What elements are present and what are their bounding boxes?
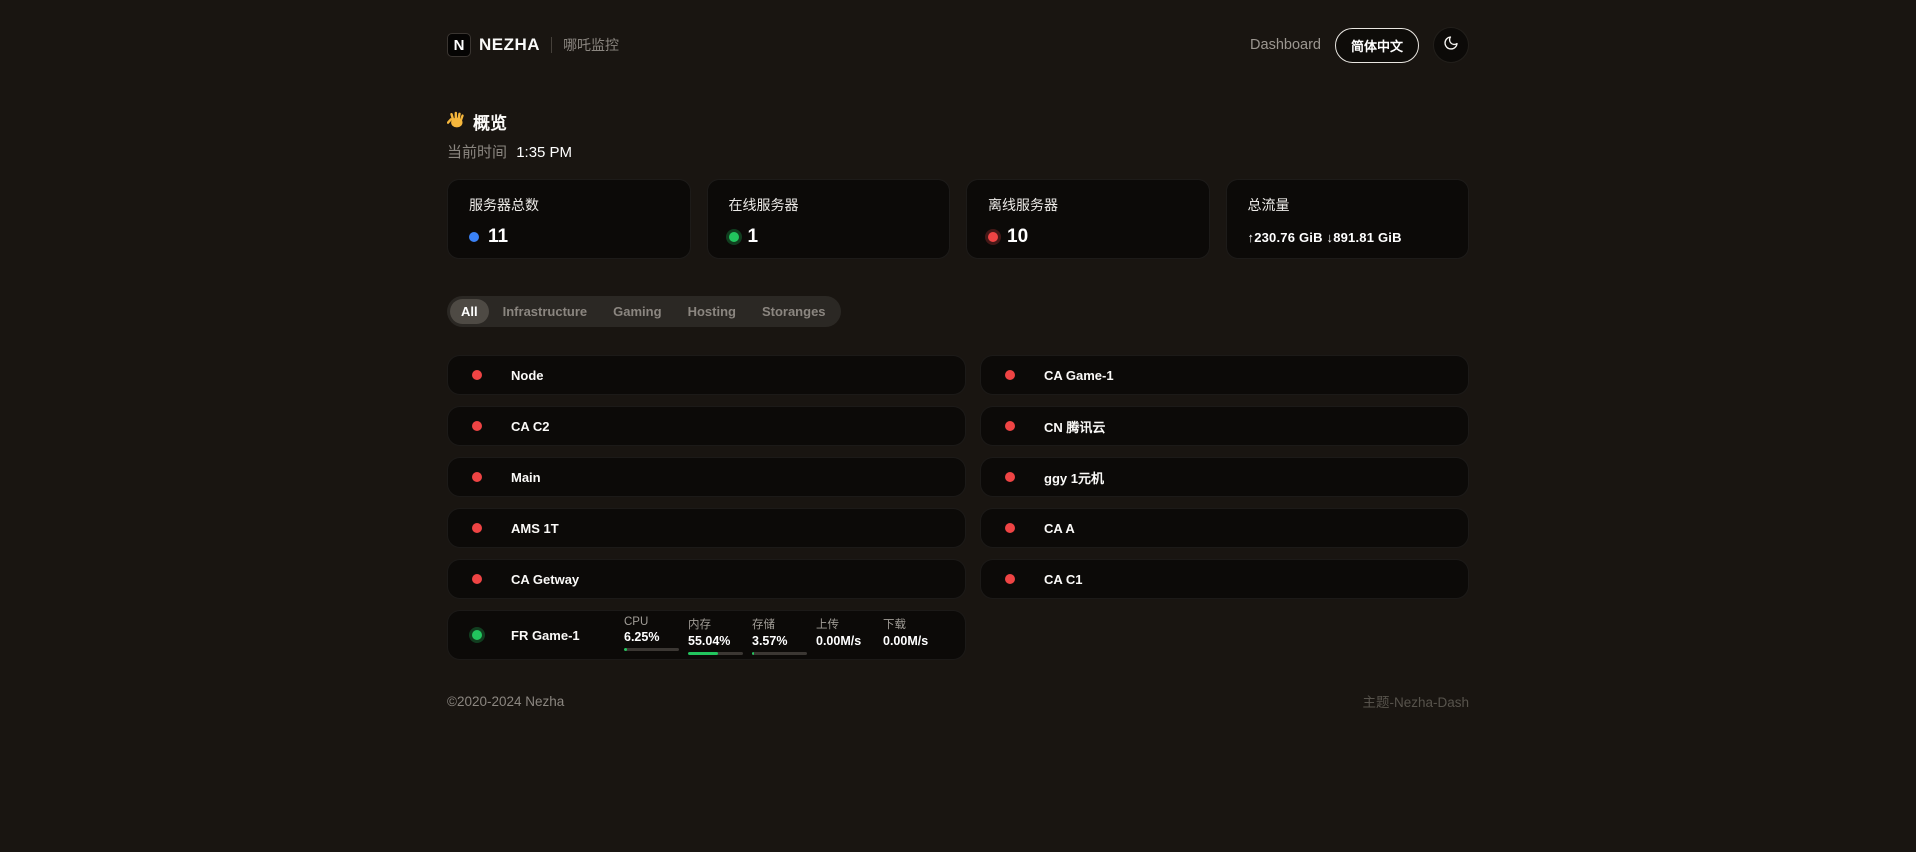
status-dot-icon <box>1005 472 1015 482</box>
server-column-left: Node CA C2 Main AMS 1T CA Getway FR Game <box>447 355 966 660</box>
language-button[interactable]: 简体中文 <box>1335 28 1419 63</box>
server-column-right: CA Game-1 CN 腾讯云 ggy 1元机 CA A CA C1 <box>980 355 1469 599</box>
status-dot-icon <box>1005 523 1015 533</box>
stat-storage: 存储 3.57% <box>752 616 807 655</box>
server-name: AMS 1T <box>511 521 559 536</box>
server-row-cn-tencent[interactable]: CN 腾讯云 <box>980 406 1469 446</box>
moon-icon <box>1443 35 1459 56</box>
traffic-value: ↑230.76 GiB ↓891.81 GiB <box>1248 230 1448 245</box>
status-dot-icon <box>472 523 482 533</box>
server-row-fr-game-1[interactable]: FR Game-1 CPU 6.25% 内存 55.04% 存储 3.57% <box>447 610 966 660</box>
status-dot-icon <box>1005 574 1015 584</box>
brand-name: NEZHA <box>479 35 540 55</box>
brand-subtitle: 哪吒监控 <box>563 35 619 55</box>
server-name: CA Getway <box>511 572 579 587</box>
status-dot-icon <box>472 630 482 640</box>
storage-progress-bar <box>752 652 807 655</box>
server-name: CN 腾讯云 <box>1044 417 1105 436</box>
theme-toggle-button[interactable] <box>1433 27 1469 63</box>
time-label: 当前时间 <box>447 144 507 161</box>
stat-upload: 上传 0.00M/s <box>816 616 874 655</box>
server-row-ca-c1[interactable]: CA C1 <box>980 559 1469 599</box>
time-value: 1:35 PM <box>516 144 572 161</box>
server-name: Node <box>511 368 544 383</box>
theme-credit-text: 主题-Nezha-Dash <box>1362 691 1469 711</box>
online-dot-icon <box>729 232 739 242</box>
tab-all[interactable]: All <box>450 299 489 324</box>
card-total-traffic: 总流量 ↑230.76 GiB ↓891.81 GiB <box>1226 179 1470 259</box>
server-name: CA C2 <box>511 419 550 434</box>
stat-memory: 内存 55.04% <box>688 616 743 655</box>
server-stats: CPU 6.25% 内存 55.04% 存储 3.57% <box>624 616 941 655</box>
card-value: 1 <box>748 226 759 248</box>
server-name: FR Game-1 <box>511 628 620 643</box>
server-row-ca-c2[interactable]: CA C2 <box>447 406 966 446</box>
current-time-line: 当前时间 1:35 PM <box>447 141 1469 162</box>
brand-divider <box>551 37 552 53</box>
status-dot-icon <box>472 574 482 584</box>
tab-infrastructure[interactable]: Infrastructure <box>491 299 600 324</box>
server-row-ams-1t[interactable]: AMS 1T <box>447 508 966 548</box>
total-dot-icon <box>469 232 479 242</box>
card-online-servers: 在线服务器 1 <box>707 179 951 259</box>
brand-logo[interactable]: N NEZHA 哪吒监控 <box>447 33 619 57</box>
server-name: CA Game-1 <box>1044 368 1114 383</box>
header: N NEZHA 哪吒监控 Dashboard 简体中文 <box>447 0 1469 63</box>
card-value: 11 <box>488 226 508 248</box>
card-label: 总流量 <box>1248 195 1448 215</box>
server-name: CA C1 <box>1044 572 1083 587</box>
overview-title-row: 概览 <box>447 109 1469 134</box>
status-dot-icon <box>472 421 482 431</box>
server-row-ggy[interactable]: ggy 1元机 <box>980 457 1469 497</box>
stat-cpu: CPU 6.25% <box>624 616 679 655</box>
logo-letter: N <box>454 37 465 54</box>
server-row-main[interactable]: Main <box>447 457 966 497</box>
logo-icon: N <box>447 33 471 57</box>
server-name: CA A <box>1044 521 1075 536</box>
card-total-servers: 服务器总数 11 <box>447 179 691 259</box>
status-dot-icon <box>1005 421 1015 431</box>
footer: ©2020-2024 Nezha 主题-Nezha-Dash <box>447 691 1469 711</box>
tab-storanges[interactable]: Storanges <box>750 299 838 324</box>
server-row-ca-getway[interactable]: CA Getway <box>447 559 966 599</box>
copyright-text: ©2020-2024 Nezha <box>447 694 564 709</box>
status-dot-icon <box>1005 370 1015 380</box>
cpu-progress-bar <box>624 648 679 651</box>
stat-download: 下载 0.00M/s <box>883 616 941 655</box>
stat-cards: 服务器总数 11 在线服务器 1 离线服务器 10 总流量 ↑230.76 Gi… <box>447 179 1469 259</box>
page-title: 概览 <box>473 109 507 134</box>
card-value: 10 <box>1007 226 1028 248</box>
tab-gaming[interactable]: Gaming <box>601 299 673 324</box>
header-actions: Dashboard 简体中文 <box>1250 27 1469 63</box>
memory-progress-bar <box>688 652 743 655</box>
tab-hosting[interactable]: Hosting <box>676 299 748 324</box>
status-dot-icon <box>472 472 482 482</box>
server-row-node[interactable]: Node <box>447 355 966 395</box>
card-label: 服务器总数 <box>469 195 669 215</box>
group-tabs: All Infrastructure Gaming Hosting Storan… <box>447 296 841 327</box>
server-grid: Node CA C2 Main AMS 1T CA Getway FR Game <box>447 355 1469 660</box>
server-name: Main <box>511 470 541 485</box>
offline-dot-icon <box>988 232 998 242</box>
card-label: 离线服务器 <box>988 195 1188 215</box>
waving-hand-icon <box>447 110 466 134</box>
status-dot-icon <box>472 370 482 380</box>
server-row-ca-a[interactable]: CA A <box>980 508 1469 548</box>
card-offline-servers: 离线服务器 10 <box>966 179 1210 259</box>
server-row-ca-game-1[interactable]: CA Game-1 <box>980 355 1469 395</box>
card-label: 在线服务器 <box>729 195 929 215</box>
nav-dashboard-link[interactable]: Dashboard <box>1250 37 1321 53</box>
server-name: ggy 1元机 <box>1044 468 1104 487</box>
